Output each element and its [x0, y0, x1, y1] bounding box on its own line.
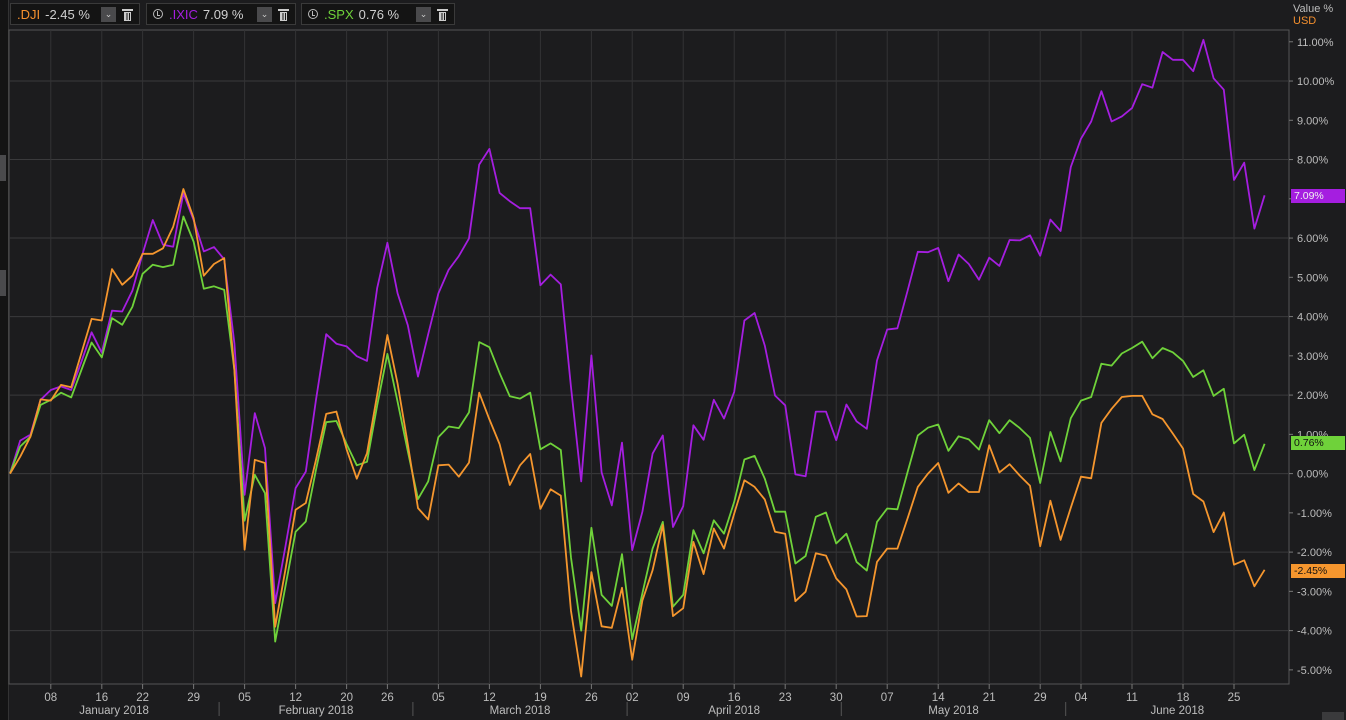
instrument-tab-spx[interactable]: .SPX 0.76 % ⌄	[301, 3, 455, 25]
chevron-down-icon[interactable]: ⌄	[101, 6, 116, 22]
y-tick-label: 5.00%	[1297, 272, 1328, 284]
y-tick-label: 4.00%	[1297, 312, 1328, 324]
y-tick-label: -2.00%	[1297, 547, 1332, 559]
tab-change-value: 7.09 %	[202, 6, 244, 22]
x-tick-label: 14	[932, 692, 945, 704]
y-tick-label: 6.00%	[1297, 233, 1328, 245]
tab-symbol: .IXIC	[169, 6, 198, 22]
x-tick-label: 02	[626, 692, 639, 704]
y-tick-label: 0.00%	[1297, 469, 1328, 481]
x-tick-label: 29	[187, 692, 200, 704]
y-tick-label: 8.00%	[1297, 155, 1328, 167]
tab-change-value: -2.45 %	[45, 6, 90, 22]
x-tick-label: 09	[677, 692, 690, 704]
x-tick-label: 21	[983, 692, 996, 704]
instrument-tab-ixic[interactable]: .IXIC 7.09 % ⌄	[146, 3, 296, 25]
y-tick-label: -3.00%	[1297, 586, 1332, 598]
clock-icon	[153, 9, 163, 19]
clock-icon	[308, 9, 318, 19]
chevron-down-icon[interactable]: ⌄	[257, 6, 272, 22]
y-axis: 11.00%10.00%9.00%8.00%7.00%6.00%5.00%4.0…	[1289, 37, 1335, 677]
x-tick-label: 16	[95, 692, 108, 704]
tab-change-value: 0.76 %	[358, 6, 400, 22]
month-label: February 2018	[279, 705, 354, 717]
last-value-label-ixic: 7.09%	[1291, 189, 1345, 203]
y-tick-label: -1.00%	[1297, 508, 1332, 520]
month-label: April 2018	[708, 705, 760, 717]
x-tick-label: 16	[728, 692, 741, 704]
axis-title: Value %	[1293, 3, 1334, 15]
x-tick-label: 23	[779, 692, 792, 704]
month-label: March 2018	[490, 705, 551, 717]
x-tick-label: 08	[44, 692, 57, 704]
month-label: June 2018	[1150, 705, 1204, 717]
trash-icon[interactable]	[122, 8, 133, 21]
y-tick-label: -4.00%	[1297, 626, 1332, 638]
y-tick-label: 2.00%	[1297, 390, 1328, 402]
x-tick-label: 26	[381, 692, 394, 704]
x-tick-label: 12	[483, 692, 496, 704]
x-tick-label: 26	[585, 692, 598, 704]
tab-symbol: .DJI	[17, 6, 41, 22]
x-tick-label: 20	[340, 692, 353, 704]
x-tick-label: 25	[1228, 692, 1241, 704]
y-tick-label: 10.00%	[1297, 76, 1335, 88]
performance-chart: 08 16 22 29 05 12 20 26 05 12 19 26 02 09 16 23 30 07 14 21…	[8, 29, 1335, 717]
month-label: May 2018	[928, 705, 979, 717]
x-tick-label: 12	[289, 692, 302, 704]
chevron-down-icon[interactable]: ⌄	[416, 6, 431, 22]
x-tick-label: 18	[1177, 692, 1190, 704]
x-tick-label: 04	[1075, 692, 1088, 704]
tab-symbol: .SPX	[324, 6, 354, 22]
x-tick-label: 05	[432, 692, 445, 704]
trash-icon[interactable]	[437, 8, 448, 21]
y-tick-label: 3.00%	[1297, 351, 1328, 363]
x-tick-label: 11	[1126, 692, 1138, 704]
trash-icon[interactable]	[278, 8, 289, 21]
x-tick-label: 07	[881, 692, 894, 704]
axis-currency: USD	[1293, 15, 1317, 27]
last-value-label-dji: -2.45%	[1291, 564, 1345, 578]
x-tick-label: 30	[830, 692, 843, 704]
x-tick-label: 29	[1034, 692, 1047, 704]
x-axis: 08 16 22 29 05 12 20 26 05 12 19 26 02 09 16 23 30 07 14 21…	[44, 684, 1240, 717]
y-tick-label: -5.00%	[1297, 665, 1332, 677]
x-tick-label: 05	[238, 692, 251, 704]
y-tick-label: 11.00%	[1297, 37, 1334, 49]
y-tick-label: 9.00%	[1297, 115, 1328, 127]
x-tick-label: 22	[136, 692, 149, 704]
month-label: January 2018	[79, 705, 149, 717]
plot-area	[8, 29, 1290, 685]
last-value-label-spx: 0.76%	[1291, 436, 1345, 450]
scroll-corner[interactable]	[1322, 712, 1344, 720]
instrument-tab-dji[interactable]: .DJI -2.45 % ⌄	[10, 3, 140, 25]
x-tick-label: 19	[534, 692, 547, 704]
